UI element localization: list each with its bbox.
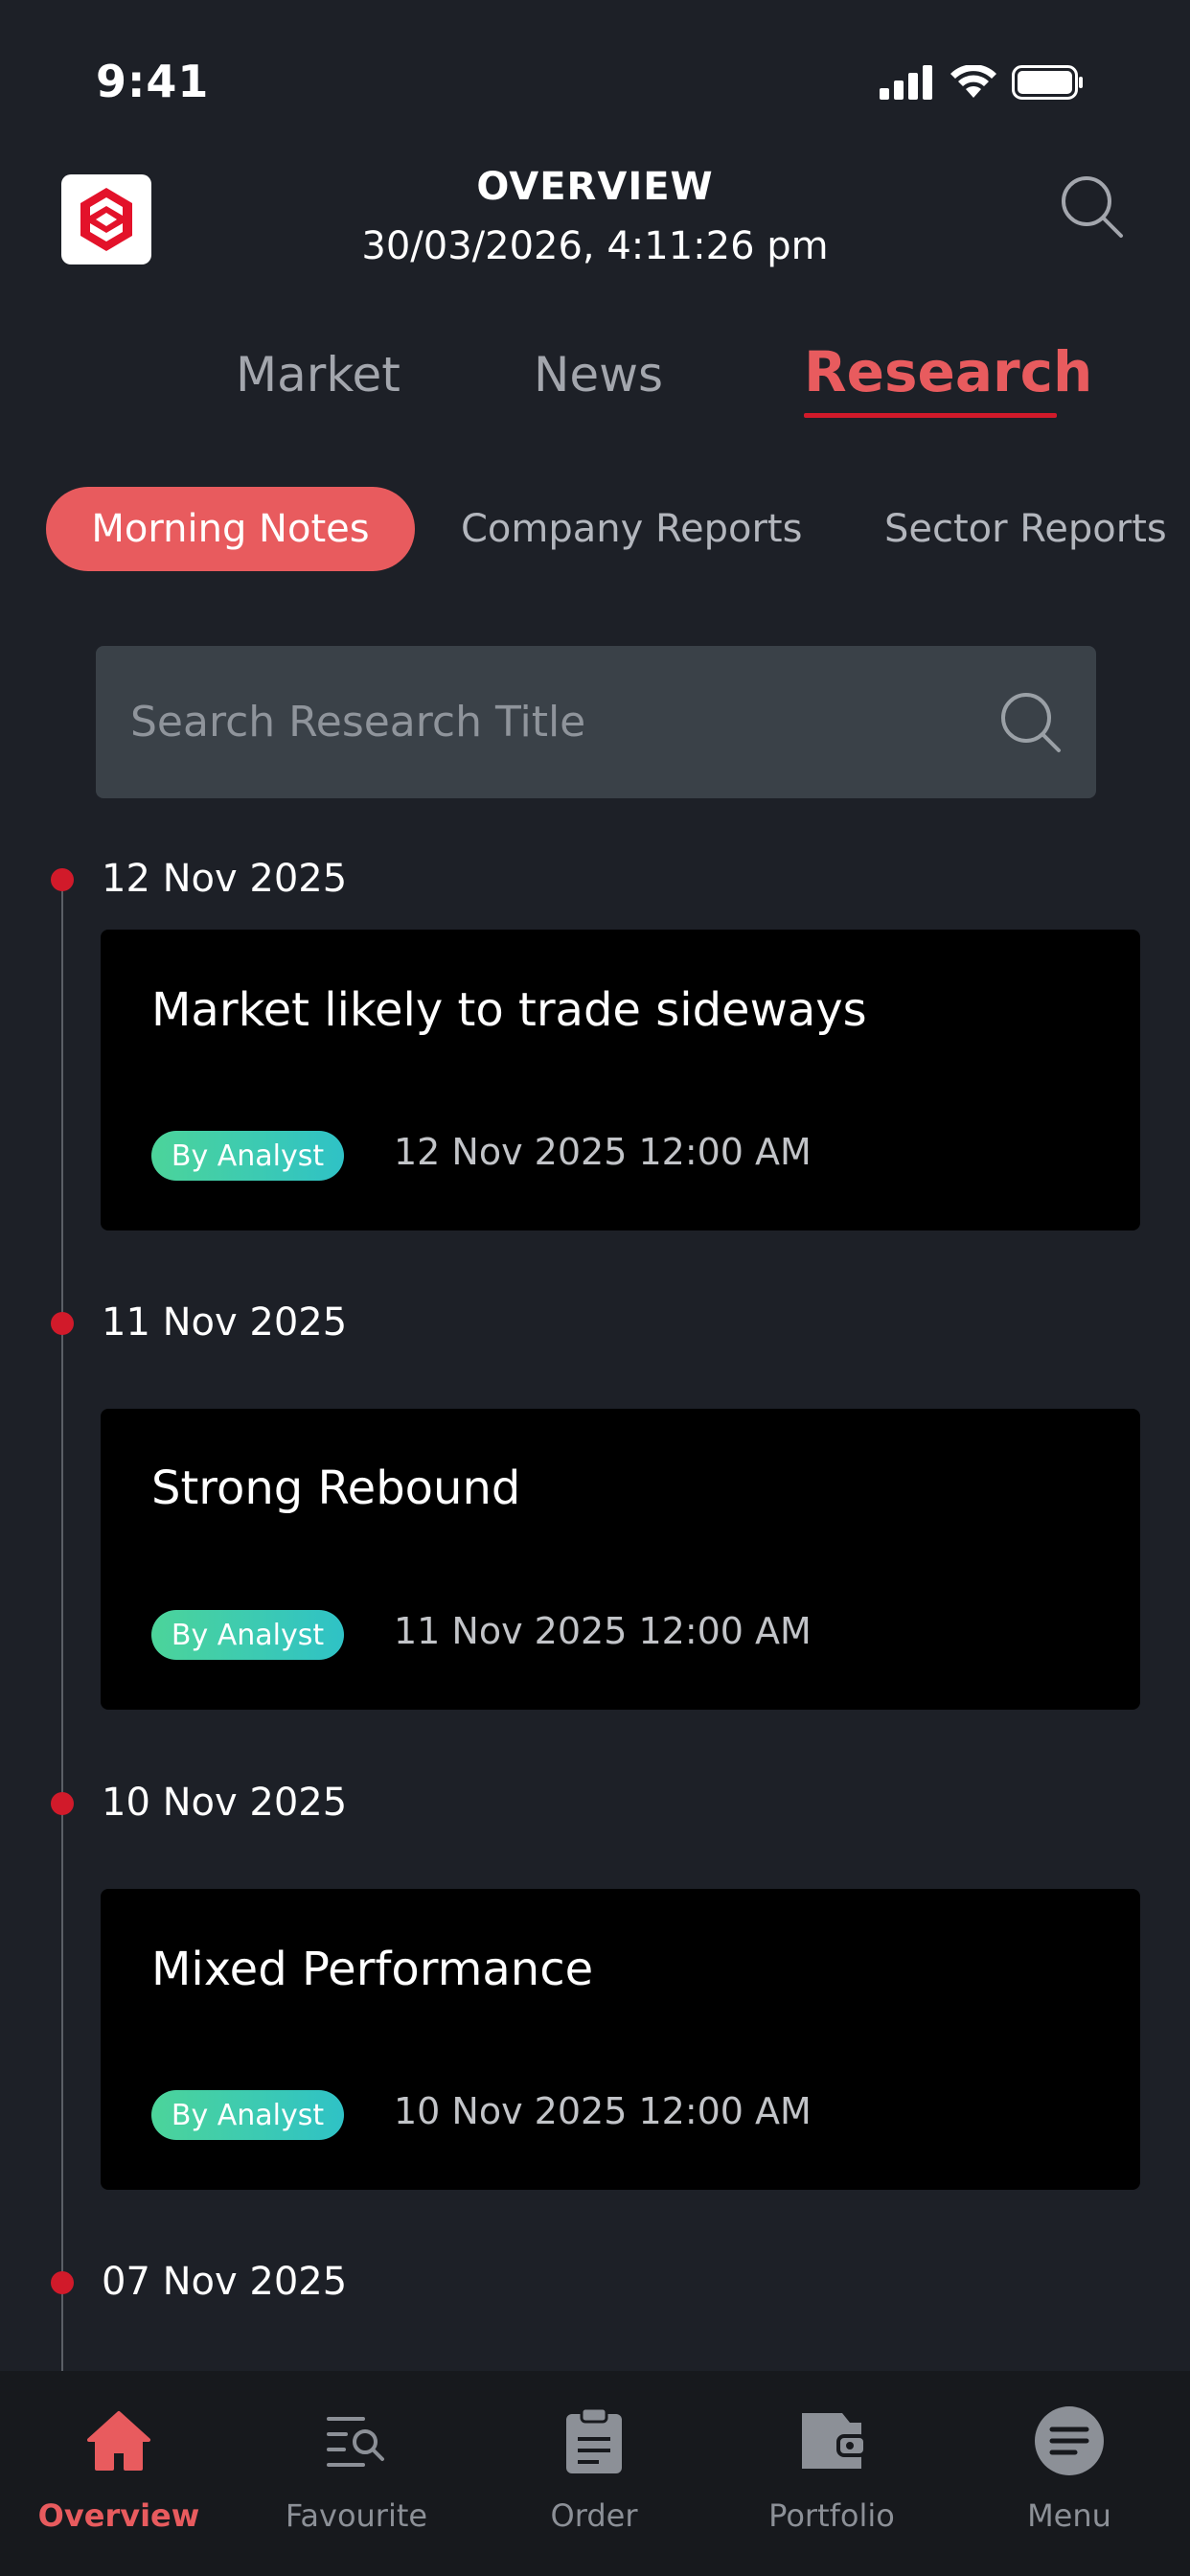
nav-label: Overview: [37, 2497, 200, 2534]
signal-icon: [880, 65, 932, 100]
nav-overview[interactable]: Overview: [0, 2371, 238, 2576]
search-submit-button[interactable]: [993, 684, 1069, 761]
card-datetime: 12 Nov 2025 12:00 AM: [394, 1131, 812, 1173]
nav-label: Portfolio: [768, 2497, 895, 2534]
card-title: Market likely to trade sideways: [151, 983, 867, 1037]
list-search-icon: [327, 2417, 384, 2467]
menu-icon: [1035, 2406, 1104, 2475]
nav-label: Order: [550, 2497, 638, 2534]
card-datetime: 10 Nov 2025 12:00 AM: [394, 2090, 812, 2132]
card-title: Mixed Performance: [151, 1943, 594, 1996]
nav-portfolio[interactable]: Portfolio: [713, 2371, 950, 2576]
timeline-dot: [51, 1312, 74, 1335]
status-bar: 9:41: [0, 0, 1190, 153]
timeline-date: 10 Nov 2025: [102, 1781, 348, 1825]
nav-favourite[interactable]: Favourite: [238, 2371, 475, 2576]
research-card[interactable]: Market likely to trade sideways By Analy…: [101, 930, 1140, 1230]
header-datetime: 30/03/2026, 4:11:26 pm: [361, 224, 829, 268]
nav-menu[interactable]: Menu: [950, 2371, 1188, 2576]
timeline-dot: [51, 1792, 74, 1815]
nav-order[interactable]: Order: [475, 2371, 713, 2576]
active-tab-indicator: [804, 413, 1057, 418]
subtab-company-reports[interactable]: Company Reports: [461, 487, 802, 571]
tab-market[interactable]: Market: [236, 347, 400, 402]
status-icons: [880, 65, 1085, 100]
timeline-date: 12 Nov 2025: [102, 857, 348, 901]
analyst-badge: By Analyst: [151, 1610, 344, 1660]
card-datetime: 11 Nov 2025 12:00 AM: [394, 1610, 812, 1652]
search-field: [96, 646, 1096, 798]
research-card[interactable]: Mixed Performance By Analyst 10 Nov 2025…: [101, 1889, 1140, 2190]
timeline-dot: [51, 2271, 74, 2294]
nav-label: Menu: [1027, 2497, 1111, 2534]
research-card[interactable]: Strong Rebound By Analyst 11 Nov 2025 12…: [101, 1409, 1140, 1710]
search-icon: [1001, 693, 1061, 752]
timeline-line: [61, 882, 63, 2372]
tab-news[interactable]: News: [534, 347, 663, 402]
header-search-button[interactable]: [1058, 172, 1127, 242]
battery-icon: [1012, 65, 1083, 100]
analyst-badge: By Analyst: [151, 2090, 344, 2140]
timeline-date: 07 Nov 2025: [102, 2260, 348, 2304]
analyst-badge: By Analyst: [151, 1131, 344, 1181]
timeline-date: 11 Nov 2025: [102, 1300, 348, 1345]
bottom-nav: Overview Favourite Order Portfolio Menu: [0, 2371, 1190, 2576]
wifi-icon: [950, 65, 996, 98]
subtab-morning-notes[interactable]: Morning Notes: [46, 487, 415, 571]
page-title: OVERVIEW: [476, 165, 714, 209]
search-input[interactable]: [130, 646, 993, 798]
status-time: 9:41: [96, 56, 210, 107]
search-icon: [1062, 176, 1123, 238]
nav-label: Favourite: [285, 2497, 428, 2534]
home-icon: [87, 2411, 150, 2471]
card-title: Strong Rebound: [151, 1461, 521, 1515]
subtab-sector-reports[interactable]: Sector Reports: [884, 487, 1167, 571]
clipboard-icon: [566, 2406, 622, 2473]
wallet-icon: [802, 2413, 865, 2469]
timeline-dot: [51, 868, 74, 891]
tab-research[interactable]: Research: [804, 339, 1092, 404]
